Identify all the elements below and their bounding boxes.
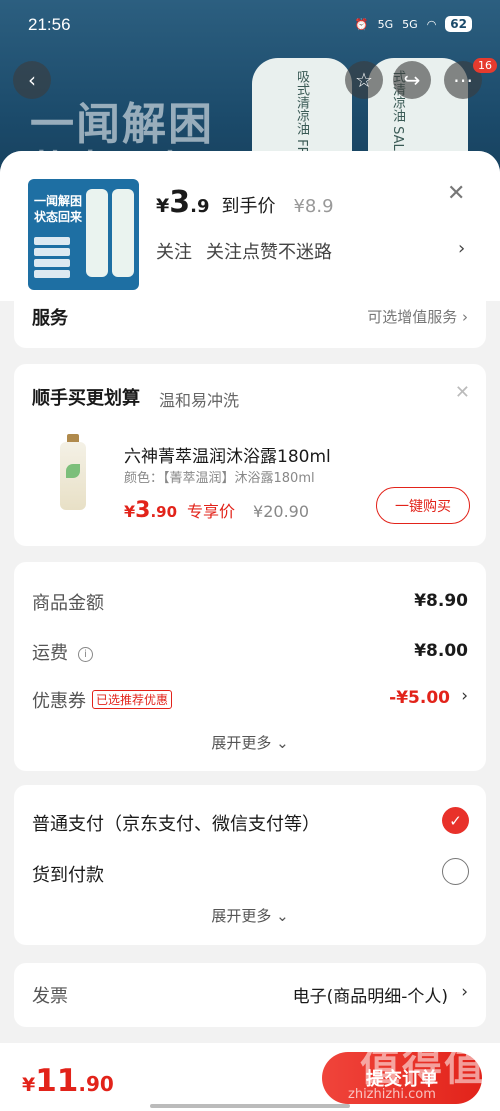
bundle-original-price: ¥20.90 <box>253 502 310 521</box>
invoice-row[interactable]: 发票 电子(商品明细-个人) › <box>14 963 486 1027</box>
bundle-title: 顺手买更划算 <box>32 388 140 409</box>
coupon-row[interactable]: 优惠券 已选推荐优惠 <box>32 687 173 713</box>
follow-description: 关注点赞不迷路 <box>206 242 332 263</box>
payment-option-cod[interactable]: 货到付款 <box>32 861 104 887</box>
shipping-value: ¥8.00 <box>414 641 468 661</box>
thumb-tags <box>34 237 70 278</box>
price-label: 到手价 <box>221 196 276 217</box>
shipping-row: 运费 i <box>32 639 93 665</box>
star-icon: ☆ <box>355 68 373 92</box>
bundle-price-integer: 3 <box>135 498 151 523</box>
payment-card: 普通支付（京东支付、微信支付等） ✓ 货到付款 展开更多 ⌄ <box>14 785 486 945</box>
order-summary-card: 商品金额 ¥8.90 运费 i ¥8.00 优惠券 已选推荐优惠 -¥5.00 › … <box>14 562 486 771</box>
info-icon[interactable]: i <box>78 647 93 662</box>
bundle-subtitle: 温和易冲洗 <box>159 391 240 410</box>
thumb-bottle-1 <box>86 189 108 277</box>
bundle-price-decimal: .90 <box>150 503 178 521</box>
close-icon[interactable]: ✕ <box>455 382 470 403</box>
price-symbol: ¥ <box>156 195 170 217</box>
bundle-price-row: ¥ 3 .90 专享价 ¥20.90 <box>124 498 309 523</box>
status-icons: ⏰ 5G 5G ◠ 62 <box>355 16 472 32</box>
price-decimal: .9 <box>190 196 210 217</box>
coupon-value[interactable]: -¥5.00 <box>389 688 450 708</box>
product-thumbnail: 一闻解困 状态回来 <box>28 179 139 290</box>
back-arrow-icon: ‹ <box>28 68 36 92</box>
more-dots-icon: ⋯ <box>453 68 473 92</box>
coupon-tag: 已选推荐优惠 <box>92 690 173 709</box>
status-bar: 21:56 ⏰ 5G 5G ◠ 62 <box>0 0 500 52</box>
total-decimal: .90 <box>78 1072 114 1096</box>
follow-label: 关注 <box>156 242 192 263</box>
price-integer: 3 <box>169 185 191 220</box>
home-indicator[interactable] <box>150 1104 350 1108</box>
total-symbol: ¥ <box>22 1074 36 1096</box>
alarm-icon: ⏰ <box>354 17 369 31</box>
back-button[interactable]: ‹ <box>13 61 51 99</box>
chevron-down-icon: ⌄ <box>276 907 289 925</box>
service-title: 服务 <box>32 308 68 329</box>
thumb-bottle-2 <box>112 189 134 277</box>
product-price-row: ¥ 3 .9 到手价 ¥8.9 <box>156 185 334 220</box>
signal-b-label: 5G <box>402 17 418 31</box>
bundle-item-attr: 颜色：【菁萃温润】沐浴露180ml <box>124 471 315 486</box>
wifi-icon: ◠ <box>426 17 437 31</box>
watermark-logo: 值得值 <box>360 1044 486 1090</box>
follow-row[interactable]: 关注 关注点赞不迷路 <box>156 238 332 264</box>
close-icon[interactable]: ✕ <box>447 181 465 206</box>
invoice-value: 电子(商品明细-个人) <box>292 987 448 1007</box>
bundle-item-name[interactable]: 六神菁萃温润沐浴露180ml <box>124 442 331 467</box>
invoice-label: 发票 <box>32 986 68 1007</box>
payment-option-standard[interactable]: 普通支付（京东支付、微信支付等） <box>32 810 320 836</box>
goods-amount-label: 商品金额 <box>32 593 104 614</box>
chevron-right-icon: › <box>461 982 468 1002</box>
chevron-right-icon[interactable]: › <box>458 238 465 259</box>
expand-more-button[interactable]: 展开更多 ⌄ <box>14 732 486 753</box>
coupon-label: 优惠券 <box>32 691 86 712</box>
share-button[interactable]: ↪ <box>393 61 431 99</box>
favorite-button[interactable]: ☆ <box>345 61 383 99</box>
one-click-buy-button[interactable]: 一键购买 <box>376 487 470 524</box>
thumb-caption: 一闻解困 状态回来 <box>34 194 83 224</box>
radio-unchecked-icon[interactable] <box>442 858 469 885</box>
status-time: 21:56 <box>28 15 71 34</box>
bundle-card: 顺手买更划算 温和易冲洗 ✕ 六神菁萃温润沐浴露180ml 颜色：【菁萃温润】沐… <box>14 364 486 546</box>
notification-badge: 16 <box>473 58 497 73</box>
total-price: ¥ 11 .90 <box>22 1063 114 1099</box>
shipping-label: 运费 <box>32 643 68 664</box>
chevron-right-icon[interactable]: › <box>461 686 468 706</box>
bundle-price-symbol: ¥ <box>124 502 136 521</box>
share-icon: ↪ <box>403 68 421 92</box>
original-price: ¥8.9 <box>293 196 334 217</box>
chevron-right-icon: › <box>462 308 468 326</box>
total-integer: 11 <box>35 1063 79 1099</box>
watermark-url: zhizhizhi.com <box>348 1087 436 1102</box>
checkmark-icon[interactable]: ✓ <box>442 807 469 834</box>
chevron-down-icon: ⌄ <box>276 734 289 752</box>
signal-a-label: 5G <box>377 17 394 31</box>
battery-level: 62 <box>445 16 472 32</box>
goods-amount-value: ¥8.90 <box>414 591 468 611</box>
payment-expand-button[interactable]: 展开更多 ⌄ <box>14 905 486 926</box>
service-row[interactable]: 服务 可选增值服务 › <box>14 300 486 348</box>
bundle-product-image[interactable] <box>60 434 86 510</box>
bundle-price-label: 专享价 <box>187 502 236 521</box>
service-value: 可选增值服务 › <box>367 308 468 326</box>
